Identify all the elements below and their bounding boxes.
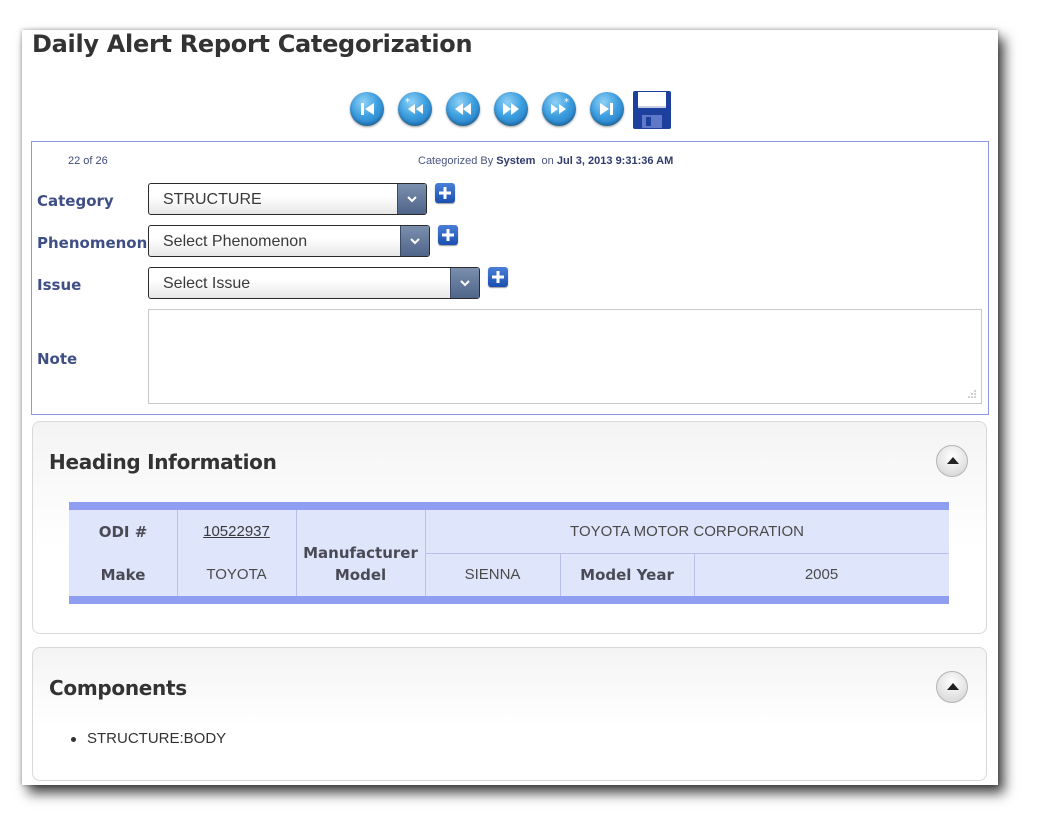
plus-icon: [439, 187, 451, 199]
rewind-icon: [455, 103, 471, 115]
floppy-disk-icon: [633, 91, 671, 129]
make-value: TOYOTA: [206, 566, 267, 583]
category-dropdown-arrow[interactable]: [397, 184, 426, 214]
category-label: Category: [37, 192, 114, 210]
fast-forward-star-icon: *: [551, 97, 569, 114]
fast-forward-icon: [503, 103, 519, 115]
model-year-value: 2005: [804, 566, 839, 583]
heading-information-title: Heading Information: [49, 450, 277, 474]
save-button[interactable]: [632, 90, 672, 130]
components-panel: Components STRUCTURE:BODY: [32, 647, 987, 781]
page-title: Daily Alert Report Categorization: [32, 30, 473, 58]
note-label: Note: [37, 350, 78, 368]
categorized-by: System: [496, 155, 536, 167]
svg-text:*: *: [564, 97, 569, 108]
issue-select[interactable]: Select Issue: [148, 267, 480, 299]
record-position: 22 of 26: [68, 155, 108, 167]
add-category-button[interactable]: [435, 183, 455, 203]
model-year-label: Model Year: [580, 565, 674, 584]
component-list-item: STRUCTURE:BODY: [70, 730, 227, 747]
plus-icon: [492, 271, 504, 283]
heading-collapse-button[interactable]: [936, 445, 968, 477]
phenomenon-label: Phenomenon: [37, 234, 148, 252]
categorized-info: Categorized By System on Jul 3, 2013 9:3…: [418, 155, 673, 167]
first-record-button[interactable]: [350, 92, 384, 126]
issue-label: Issue: [37, 276, 82, 294]
next-record-button[interactable]: [494, 92, 528, 126]
phenomenon-select[interactable]: Select Phenomenon: [148, 225, 430, 257]
rewind-star-icon: *: [405, 97, 423, 114]
issue-select-value: Select Issue: [163, 275, 251, 292]
chevron-down-icon: [410, 238, 420, 245]
next-uncategorized-button[interactable]: *: [542, 92, 576, 126]
components-collapse-button[interactable]: [936, 671, 968, 703]
add-phenomenon-button[interactable]: [438, 225, 458, 245]
triangle-up-icon: [947, 457, 959, 464]
triangle-up-icon: [947, 683, 959, 690]
chevron-down-icon: [460, 280, 470, 287]
skip-last-icon: [600, 103, 613, 115]
make-label: Make: [100, 565, 146, 584]
add-issue-button[interactable]: [488, 267, 508, 287]
categorization-form: 22 of 26 Categorized By System on Jul 3,…: [31, 141, 989, 415]
category-select[interactable]: STRUCTURE: [148, 183, 427, 215]
odi-label: ODI #: [98, 522, 148, 541]
model-label: Model: [334, 565, 387, 584]
svg-text:*: *: [405, 97, 410, 108]
phenomenon-dropdown-arrow[interactable]: [400, 226, 429, 256]
last-record-button[interactable]: [590, 92, 624, 126]
issue-dropdown-arrow[interactable]: [450, 268, 479, 298]
chevron-down-icon: [407, 196, 417, 203]
manufacturer-value: TOYOTA MOTOR CORPORATION: [570, 523, 804, 540]
resize-grip-icon[interactable]: [967, 389, 977, 399]
odi-value-cell: 10522937: [177, 510, 296, 553]
odi-link[interactable]: 10522937: [203, 523, 270, 540]
note-textarea[interactable]: [148, 309, 982, 404]
model-value: SIENNA: [464, 566, 521, 583]
heading-info-table: ODI # 10522937 Manufacturer TOYOTA MOTOR…: [69, 502, 949, 604]
categorized-prefix: Categorized By: [418, 155, 494, 167]
skip-first-icon: [361, 103, 374, 115]
plus-icon: [442, 229, 454, 241]
previous-record-button[interactable]: [446, 92, 480, 126]
categorized-date: Jul 3, 2013 9:31:36 AM: [556, 155, 674, 167]
components-title: Components: [49, 676, 187, 700]
categorized-on-label: on: [541, 155, 554, 167]
previous-uncategorized-button[interactable]: *: [398, 92, 432, 126]
heading-information-panel: Heading Information ODI # 10522937 Manuf…: [32, 421, 987, 634]
category-select-value: STRUCTURE: [163, 191, 262, 208]
phenomenon-select-value: Select Phenomenon: [163, 233, 308, 250]
